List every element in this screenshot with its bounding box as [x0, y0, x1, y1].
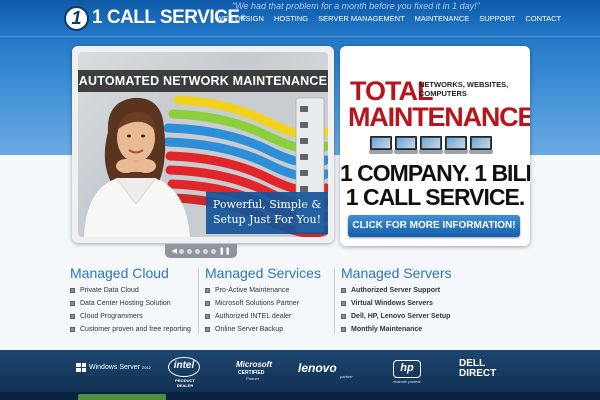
list-item[interactable]: Pro-Active Maintenance: [205, 284, 321, 297]
list-item[interactable]: Microsoft Solutions Partner: [205, 297, 321, 310]
slider-prev-icon[interactable]: ◀: [171, 247, 176, 255]
testimonial-tagline: "We had that problem for a month before …: [232, 1, 480, 11]
nav-maintenance[interactable]: MAINTENANCE: [415, 14, 470, 23]
hp-logo[interactable]: hp: [393, 360, 421, 378]
column-divider: [334, 268, 335, 334]
list-item-label: Authorized Server Support: [351, 287, 441, 294]
slide-caption-line-2: Setup Just For You!: [213, 213, 321, 226]
column-divider: [198, 268, 199, 334]
bullet-icon: [205, 288, 210, 293]
list-item-label: Virtual Windows Servers: [351, 300, 433, 307]
slide-caption: Powerful, Simple & Setup Just For You!: [206, 192, 328, 234]
intel-logo-subtitle: PRODUCT DEALER: [175, 378, 195, 388]
microsoft-partner-label: Partner: [246, 376, 260, 381]
slide-image[interactable]: AUTOMATED NETWORK MAINTENANCE Powerful, …: [78, 52, 328, 237]
bullet-icon: [70, 288, 75, 293]
laptop-icon: [369, 136, 393, 156]
list-item-label: Dell, HP, Lenovo Server Setup: [351, 313, 451, 320]
slider-dot-3[interactable]: [195, 248, 201, 254]
nav-hosting[interactable]: HOSTING: [274, 14, 308, 23]
promo-panel[interactable]: TOTAL NETWORKS, WEBSITES, COMPUTERS MAIN…: [340, 46, 530, 246]
hero-slider[interactable]: AUTOMATED NETWORK MAINTENANCE Powerful, …: [72, 46, 334, 243]
list-item-label: Microsoft Solutions Partner: [215, 300, 300, 307]
nav-support[interactable]: SUPPORT: [479, 14, 515, 23]
slider-dot-5[interactable]: [211, 248, 217, 254]
managed-services-heading[interactable]: Managed Services: [205, 265, 321, 281]
laptop-icon: [419, 136, 443, 156]
laptop-icon: [444, 136, 468, 156]
bullet-icon: [205, 327, 210, 332]
list-item-label: Pro-Active Maintenance: [215, 287, 290, 294]
footer-green-tab: [78, 394, 166, 400]
bullet-icon: [341, 301, 346, 306]
slide-caption-line-1: Powerful, Simple &: [212, 198, 322, 211]
laptop-row: [369, 136, 495, 156]
slider-pause-icon[interactable]: ❚❚: [219, 247, 231, 255]
list-item-label: Customer proven and free reporting: [80, 326, 191, 333]
promo-slogan-line-1: 1 COMPANY. 1 BILL.: [340, 160, 530, 186]
windows-server-label: Windows Server: [89, 364, 140, 371]
bullet-icon: [70, 301, 75, 306]
laptop-icon: [469, 136, 493, 156]
bullet-icon: [70, 327, 75, 332]
managed-services-column: Managed Services Pro-Active Maintenance …: [205, 265, 321, 336]
managed-cloud-column: Managed Cloud Private Data Cloud Data Ce…: [70, 265, 191, 336]
microsoft-logo[interactable]: Microsoft: [236, 360, 272, 369]
nav-server-management[interactable]: SERVER MANAGEMENT: [318, 14, 405, 23]
list-item[interactable]: Cloud Programmers: [70, 310, 191, 323]
list-item[interactable]: Dell, HP, Lenovo Server Setup: [341, 310, 452, 323]
list-item-label: Data Center Hosting Solution: [80, 300, 171, 307]
windows-flag-icon: [76, 363, 86, 372]
managed-cloud-heading[interactable]: Managed Cloud: [70, 265, 191, 281]
bullet-icon: [70, 314, 75, 319]
bullet-icon: [205, 314, 210, 319]
slider-controls: ◀ ❚❚: [165, 244, 237, 258]
smiling-woman-photo: [84, 97, 190, 237]
slider-dot-1[interactable]: [179, 248, 185, 254]
list-item[interactable]: Authorized INTEL dealer: [205, 310, 321, 323]
list-item-label: Cloud Programmers: [80, 313, 143, 320]
laptop-icon: [394, 136, 418, 156]
list-item-label: Private Data Cloud: [80, 287, 139, 294]
list-item[interactable]: Data Center Hosting Solution: [70, 297, 191, 310]
promo-sub-line-2: COMPUTERS: [419, 89, 467, 98]
managed-servers-column: Managed Servers Authorized Server Suppor…: [341, 265, 452, 336]
bullet-icon: [341, 288, 346, 293]
bullet-icon: [205, 301, 210, 306]
list-item[interactable]: Online Server Backup: [205, 323, 321, 336]
list-item-label: Monthly Maintenance: [351, 326, 423, 333]
slider-dot-4[interactable]: [203, 248, 209, 254]
promo-maintenance-heading: MAINTENANCE: [348, 102, 530, 132]
nav-web-design[interactable]: WEB DESIGN: [216, 14, 264, 23]
promo-slogan-line-2: 1 CALL SERVICE.: [345, 184, 525, 210]
list-item[interactable]: Customer proven and free reporting: [70, 323, 191, 336]
lenovo-partner-label: partner: [340, 374, 353, 379]
lenovo-logo[interactable]: lenovo: [298, 361, 337, 375]
main-nav: WEB DESIGN HOSTING SERVER MANAGEMENT MAI…: [216, 14, 561, 23]
managed-servers-heading[interactable]: Managed Servers: [341, 265, 452, 281]
list-item[interactable]: Authorized Server Support: [341, 284, 452, 297]
bullet-icon: [341, 314, 346, 319]
hp-partner-label: channel partner: [393, 379, 421, 384]
slide-title: AUTOMATED NETWORK MAINTENANCE: [78, 70, 328, 92]
logo-badge-icon: 1: [64, 5, 89, 31]
slider-dot-2[interactable]: [187, 248, 193, 254]
intel-logo[interactable]: intel: [168, 357, 200, 377]
nav-contact[interactable]: CONTACT: [525, 14, 561, 23]
windows-server-year: 2012: [141, 365, 151, 370]
list-item-label: Online Server Backup: [215, 326, 284, 333]
bullet-icon: [341, 327, 346, 332]
promo-sub-line-1: NETWORKS, WEBSITES,: [419, 80, 509, 89]
list-item[interactable]: Virtual Windows Servers: [341, 297, 452, 310]
list-item[interactable]: Monthly Maintenance: [341, 323, 452, 336]
promo-subheading: NETWORKS, WEBSITES, COMPUTERS: [419, 80, 508, 98]
dell-direct-label: DIRECT: [459, 368, 497, 379]
more-information-button[interactable]: CLICK FOR MORE INFORMATION!: [348, 215, 520, 237]
list-item-label: Authorized INTEL dealer: [215, 313, 292, 320]
list-item[interactable]: Private Data Cloud: [70, 284, 191, 297]
windows-server-logo[interactable]: Windows Server 2012: [76, 363, 151, 372]
